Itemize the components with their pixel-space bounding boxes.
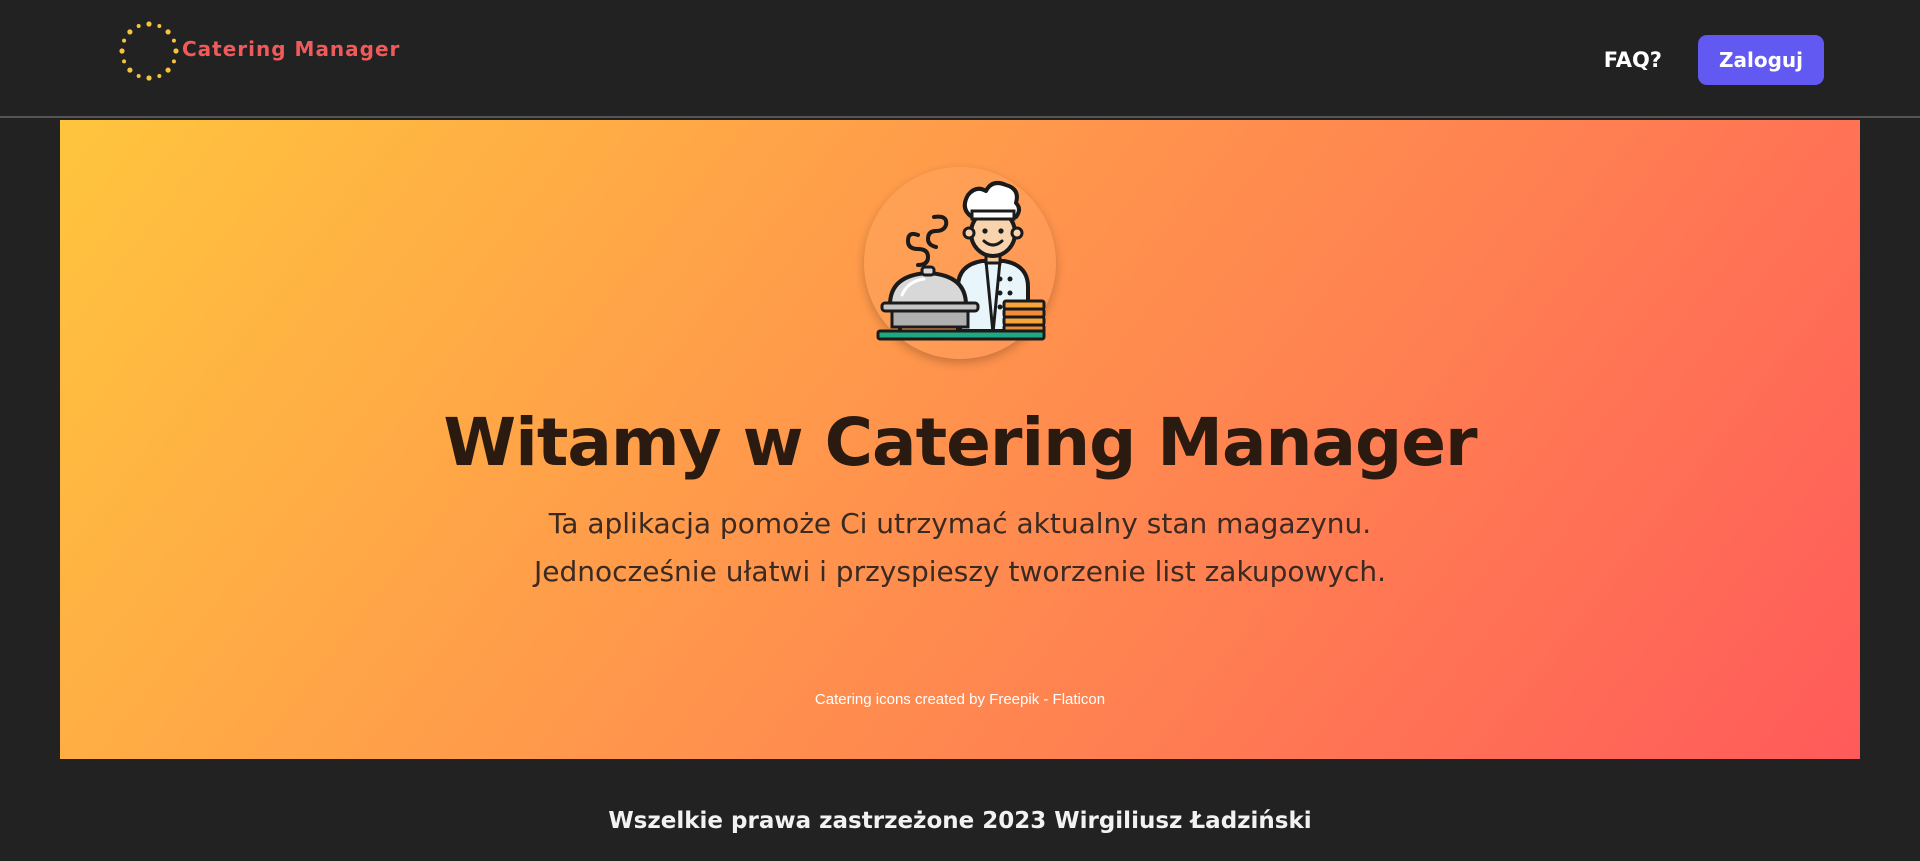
- navbar: Catering Manager FAQ? Zaloguj: [0, 0, 1920, 118]
- login-button[interactable]: Zaloguj: [1698, 35, 1824, 85]
- logo-dot: [127, 29, 133, 35]
- icon-credit: Catering icons created by Freepik - Flat…: [60, 691, 1860, 708]
- logo-dot: [173, 48, 179, 54]
- logo-dot: [127, 67, 133, 73]
- logo-dot: [157, 73, 162, 78]
- logo-dot: [146, 75, 152, 81]
- logo-dot: [171, 38, 176, 43]
- logo-dot: [165, 67, 171, 73]
- dotted-circle-logo-icon: [119, 21, 179, 81]
- hero-description: Ta aplikacja pomoże Ci utrzymać aktualny…: [534, 507, 1386, 588]
- logo-dot: [157, 24, 162, 29]
- logo-dot: [119, 48, 125, 54]
- hero-title: Witamy w Catering Manager: [443, 404, 1477, 481]
- logo-dot: [165, 29, 171, 35]
- logo-dot: [122, 38, 127, 43]
- logo-dot: [136, 24, 141, 29]
- hero-section: Witamy w Catering Manager Ta aplikacja p…: [60, 120, 1860, 759]
- brand-home-link[interactable]: Catering Manager: [118, 18, 400, 84]
- logo-dot: [171, 59, 176, 64]
- faq-link[interactable]: FAQ?: [1604, 48, 1662, 72]
- logo-dot: [122, 59, 127, 64]
- icon-credit-link[interactable]: Catering icons created by Freepik - Flat…: [815, 691, 1105, 708]
- brand-name: Catering Manager: [182, 37, 401, 61]
- chef-with-cloche-icon: [864, 167, 1056, 359]
- logo-dot: [136, 73, 141, 78]
- logo-dot: [146, 21, 152, 27]
- nav-actions: FAQ? Zaloguj: [1604, 35, 1824, 85]
- footer-copyright: Wszelkie prawa zastrzeżone 2023 Wirgiliu…: [608, 808, 1312, 834]
